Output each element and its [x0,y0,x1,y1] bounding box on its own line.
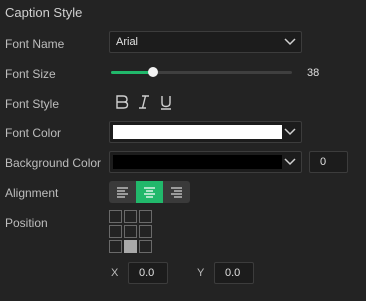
position-top-right[interactable] [139,210,152,223]
background-opacity-input[interactable]: 0 [309,151,348,173]
align-right-button[interactable] [163,181,190,203]
font-color-label: Font Color [5,126,62,140]
underline-icon[interactable] [158,94,174,110]
font-size-slider-thumb[interactable] [148,67,158,77]
font-style-label: Font Style [5,97,60,111]
font-size-value: 38 [307,67,320,79]
font-size-label: Font Size [5,67,56,81]
font-name-label: Font Name [5,37,65,51]
font-size-slider-fill [111,71,153,74]
align-center-icon [144,187,155,198]
font-name-value: Arial [116,36,139,48]
align-left-button[interactable] [109,181,136,203]
align-right-icon [171,187,182,198]
y-input[interactable]: 0.0 [214,262,254,284]
position-top-center[interactable] [124,210,137,223]
font-name-select[interactable]: Arial [109,31,302,53]
x-value: 0.0 [139,267,155,279]
alignment-label: Alignment [5,186,59,200]
position-middle-center[interactable] [124,225,137,238]
position-middle-right[interactable] [139,225,152,238]
background-color-swatch [113,155,282,169]
chevron-down-icon [284,38,296,46]
alignment-toggle-group [109,181,190,203]
chevron-down-icon [284,128,296,136]
x-input[interactable]: 0.0 [128,262,168,284]
position-grid [109,210,152,253]
position-top-left[interactable] [109,210,122,223]
bold-icon[interactable] [114,94,130,110]
position-label: Position [5,216,48,230]
background-opacity-value: 0 [320,156,327,168]
position-middle-left[interactable] [109,225,122,238]
y-label: Y [197,267,205,279]
y-value: 0.0 [225,267,241,279]
panel-title: Caption Style [5,5,83,20]
chevron-down-icon [284,158,296,166]
font-color-picker[interactable] [109,121,302,143]
position-bottom-left[interactable] [109,240,122,253]
background-color-picker[interactable] [109,151,302,173]
italic-icon[interactable] [136,94,152,110]
align-center-button[interactable] [136,181,163,203]
background-color-label: Background Color [5,156,102,170]
align-left-icon [117,187,128,198]
position-bottom-center[interactable] [124,240,137,253]
font-size-slider[interactable] [111,67,292,77]
font-color-swatch [113,125,282,139]
position-bottom-right[interactable] [139,240,152,253]
x-label: X [111,267,119,279]
